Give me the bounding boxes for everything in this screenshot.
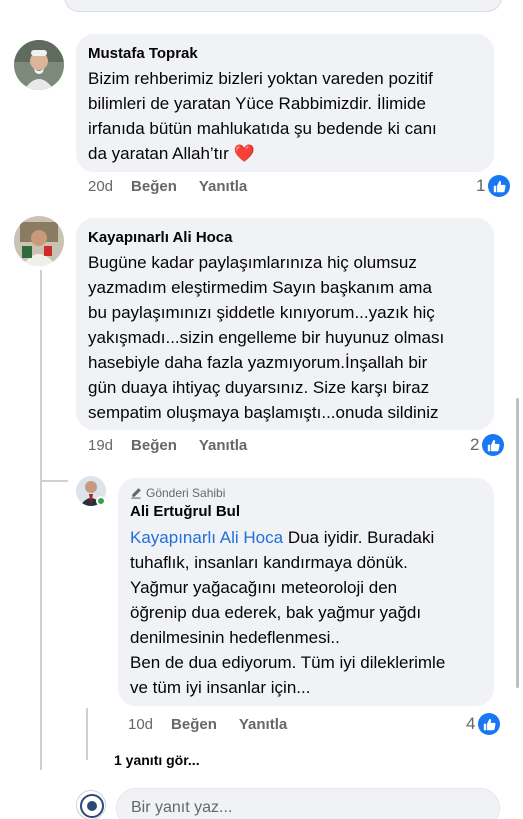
- reaction-count-reply[interactable]: 4: [466, 713, 501, 735]
- thread-connector: [40, 480, 68, 482]
- reply-author[interactable]: Ali Ertuğrul Bul: [130, 502, 482, 522]
- like-thumb-icon: [478, 713, 501, 735]
- comment-age[interactable]: 19d: [88, 437, 113, 454]
- reply-actions: 10d Beğen Yanıtla: [128, 716, 309, 733]
- like-button[interactable]: Beğen: [131, 178, 177, 195]
- comment-bubble-2: Kayapınarlı Ali Hoca Bugüne kadar paylaş…: [76, 218, 494, 430]
- reaction-count-2[interactable]: 2: [470, 434, 505, 456]
- post-owner-badge: Gönderi Sahibi: [130, 486, 482, 500]
- reaction-count: 2: [470, 435, 480, 454]
- reply-text-first: Dua iyidir. Buradaki: [283, 528, 435, 547]
- comment-actions-1: 20d Beğen Yanıtla: [88, 178, 269, 195]
- previous-reply-input[interactable]: [64, 0, 502, 12]
- reaction-count: 1: [476, 176, 486, 195]
- reaction-count-1[interactable]: 1: [476, 175, 511, 197]
- avatar-kayapinarli-ali-hoca[interactable]: [14, 216, 64, 266]
- reply-text: tuhaflık, insanları kandırmaya dönük. Ya…: [130, 553, 446, 697]
- reply-input[interactable]: Bir yanıt yaz...: [116, 788, 500, 819]
- avatar-mustafa-toprak[interactable]: [14, 40, 64, 90]
- like-button[interactable]: Beğen: [171, 716, 217, 733]
- comment-bubble-1: Mustafa Toprak Bizim rehberimiz bizleri …: [76, 34, 494, 172]
- reply-input-placeholder: Bir yanıt yaz...: [131, 799, 233, 816]
- reply-button[interactable]: Yanıtla: [199, 437, 247, 454]
- reply-bubble: Gönderi Sahibi Ali Ertuğrul Bul Kayapına…: [118, 478, 494, 706]
- see-replies-link[interactable]: 1 yanıtı gör...: [114, 752, 200, 768]
- comment-age[interactable]: 20d: [88, 178, 113, 195]
- mention-link[interactable]: Kayapınarlı Ali Hoca: [130, 528, 283, 547]
- comment-text: Bizim rehberimiz bizleri yoktan vareden …: [88, 69, 437, 163]
- pencil-icon: [130, 487, 142, 499]
- comment-text: Bugüne kadar paylaşımlarınıza hiç olumsu…: [88, 253, 445, 422]
- comments-panel: Mustafa Toprak Bizim rehberimiz bizleri …: [0, 0, 523, 819]
- reaction-count: 4: [466, 714, 476, 733]
- comment-author[interactable]: Mustafa Toprak: [88, 44, 482, 64]
- reply-thread-line: [86, 708, 88, 760]
- comment-author[interactable]: Kayapınarlı Ali Hoca: [88, 228, 482, 248]
- like-button[interactable]: Beğen: [131, 437, 177, 454]
- like-thumb-icon: [482, 434, 505, 456]
- thread-line: [40, 270, 42, 770]
- scrollbar[interactable]: [516, 398, 519, 688]
- online-status-dot: [96, 496, 106, 506]
- reply-button[interactable]: Yanıtla: [239, 716, 287, 733]
- post-owner-label: Gönderi Sahibi: [146, 486, 226, 500]
- current-user-avatar[interactable]: [76, 790, 106, 819]
- heart-emoji: ❤️: [233, 144, 255, 163]
- reply-age[interactable]: 10d: [128, 716, 153, 733]
- reply-button[interactable]: Yanıtla: [199, 178, 247, 195]
- comment-actions-2: 19d Beğen Yanıtla: [88, 437, 269, 454]
- like-thumb-icon: [488, 175, 511, 197]
